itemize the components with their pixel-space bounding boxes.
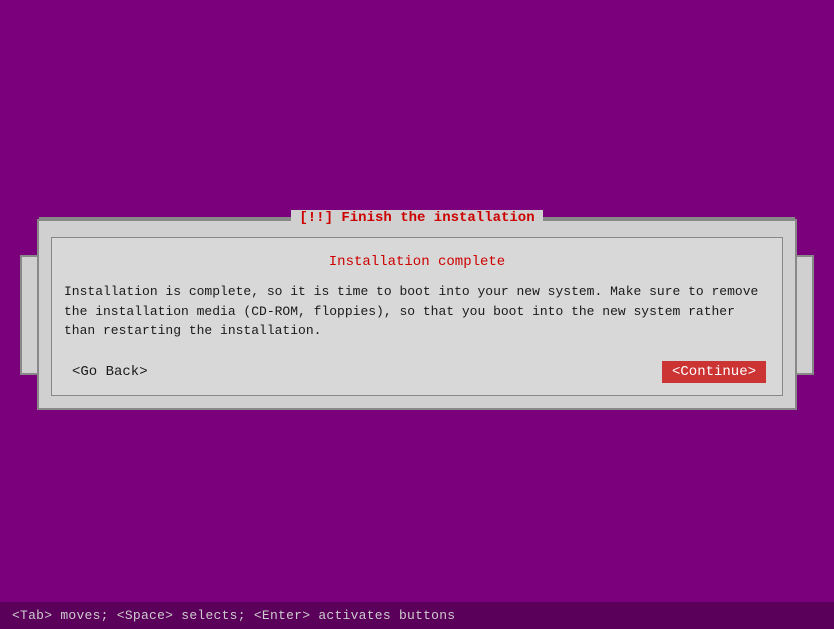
bottom-bar-text: <Tab> moves; <Space> selects; <Enter> ac… — [12, 608, 455, 623]
dialog-inner: Installation complete Installation is co… — [51, 237, 783, 396]
title-line-right — [543, 217, 795, 219]
installation-complete-title: Installation complete — [64, 254, 770, 270]
dialog-buttons: <Go Back> <Continue> — [64, 361, 770, 383]
bottom-bar: <Tab> moves; <Space> selects; <Enter> ac… — [0, 602, 834, 629]
dialog-wrapper: [!!] Finish the installation Installatio… — [37, 219, 797, 410]
dialog-body-text: Installation is complete, so it is time … — [64, 282, 770, 341]
dialog-title: [!!] Finish the installation — [291, 210, 542, 226]
title-line-left — [39, 217, 291, 219]
go-back-button[interactable]: <Go Back> — [68, 362, 152, 382]
continue-button[interactable]: <Continue> — [662, 361, 766, 383]
dialog-title-bar: [!!] Finish the installation — [39, 210, 795, 226]
dialog-outer: [!!] Finish the installation Installatio… — [37, 219, 797, 410]
right-decoration — [794, 255, 814, 375]
